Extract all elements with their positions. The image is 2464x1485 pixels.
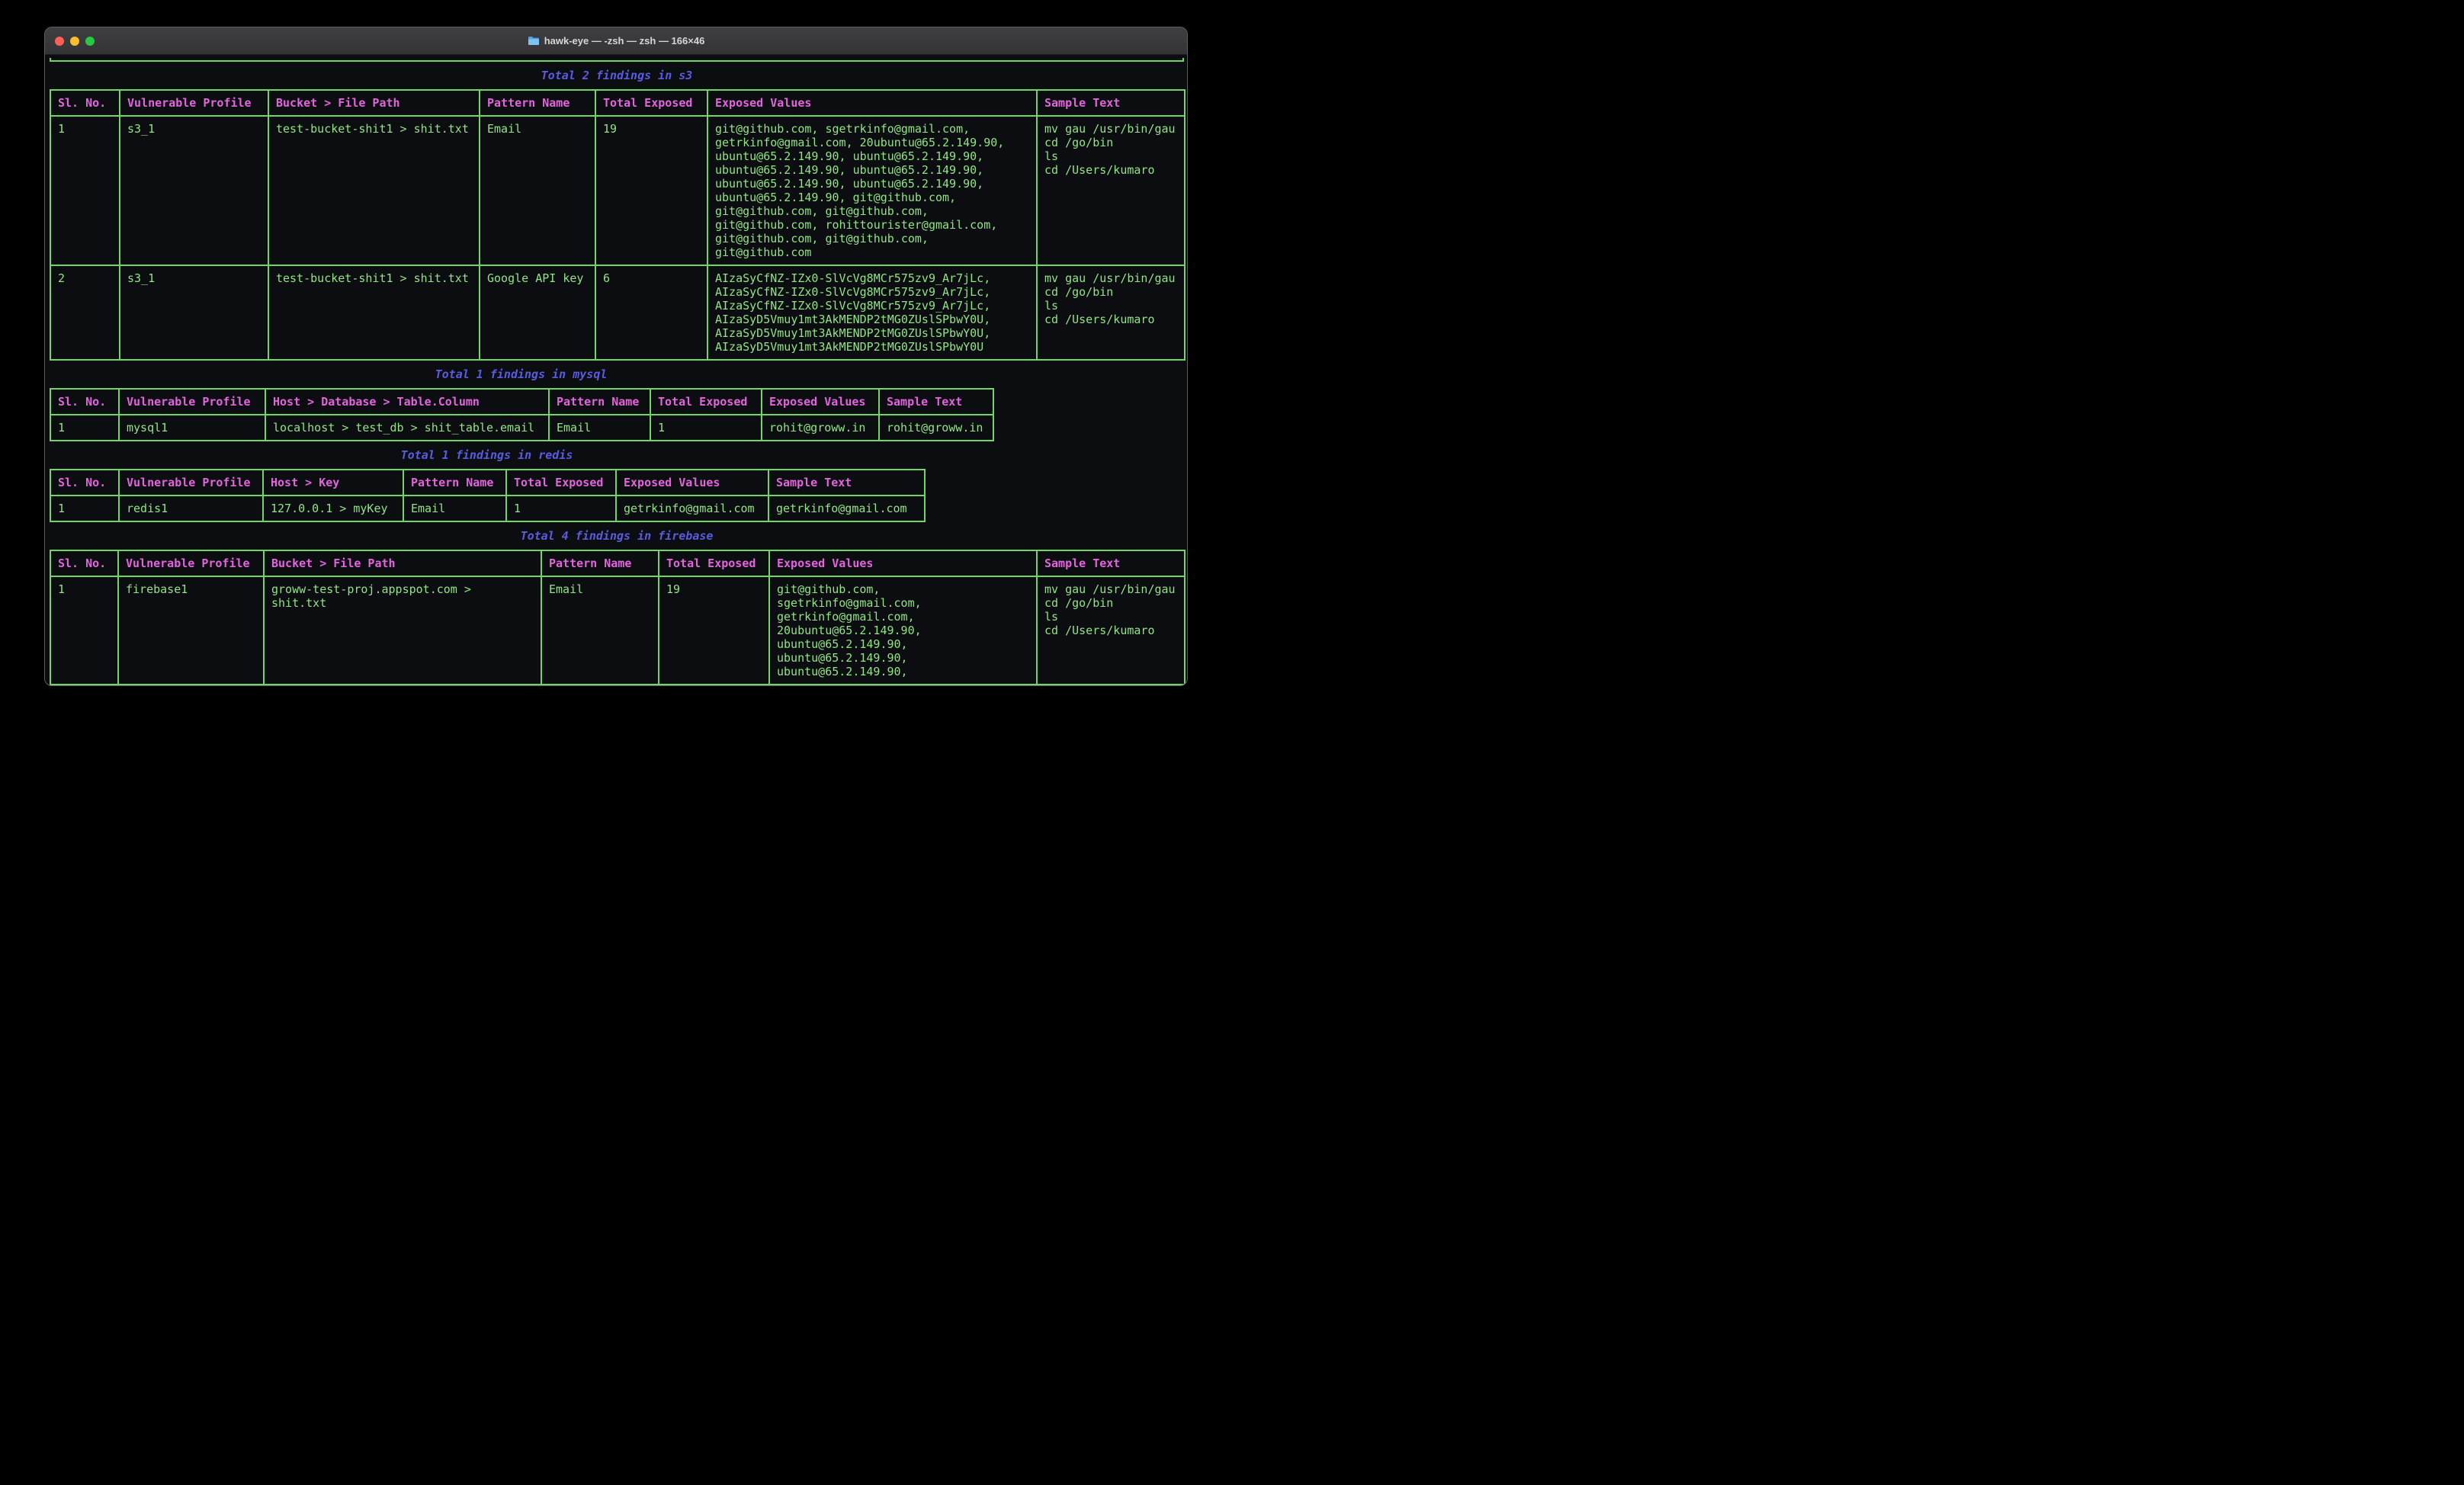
column-header: Sl. No. (50, 90, 120, 116)
zoom-button[interactable] (85, 37, 95, 46)
desktop-background: hawk-eye — -zsh — zsh — 166×46 Total 2 f… (0, 0, 1232, 742)
column-header: Exposed Values (762, 389, 879, 415)
header-row: Sl. No.Vulnerable ProfileBucket > File P… (50, 550, 1185, 576)
close-button[interactable] (55, 37, 64, 46)
terminal-screen[interactable]: Total 2 findings in s3Sl. No.Vulnerable … (45, 55, 1187, 685)
table-cell: 6 (595, 265, 707, 360)
column-header: Bucket > File Path (268, 90, 480, 116)
column-header: Total Exposed (506, 470, 616, 496)
table-cell: Email (541, 576, 659, 685)
column-header: Sample Text (1037, 550, 1185, 576)
table-cell: 19 (659, 576, 769, 685)
table-cell: 1 (50, 415, 119, 441)
column-header: Pattern Name (549, 389, 650, 415)
table-cell: getrkinfo@gmail.com (768, 496, 925, 521)
column-header: Vulnerable Profile (119, 470, 263, 496)
table-cell: groww-test-proj.appspot.com > shit.txt (264, 576, 541, 685)
column-header: Sample Text (879, 389, 993, 415)
table-row: 1s3_1test-bucket-shit1 > shit.txtEmail19… (50, 116, 1185, 265)
findings-table-s3: Sl. No.Vulnerable ProfileBucket > File P… (50, 89, 1185, 361)
section-heading-redis: Total 1 findings in redis (50, 448, 924, 462)
table-cell: rohit@groww.in (762, 415, 879, 441)
table-cell: Email (549, 415, 650, 441)
section-heading-mysql: Total 1 findings in mysql (50, 367, 993, 381)
window-titlebar[interactable]: hawk-eye — -zsh — zsh — 166×46 (45, 27, 1187, 55)
column-header: Exposed Values (616, 470, 768, 496)
column-header: Sl. No. (50, 550, 118, 576)
findings-table-mysql: Sl. No.Vulnerable ProfileHost > Database… (50, 388, 994, 441)
column-header: Sl. No. (50, 389, 119, 415)
header-row: Sl. No.Vulnerable ProfileBucket > File P… (50, 90, 1185, 116)
column-header: Host > Key (263, 470, 403, 496)
table-cell: 1 (506, 496, 616, 521)
findings-table-redis: Sl. No.Vulnerable ProfileHost > KeyPatte… (50, 469, 926, 522)
window-title: hawk-eye — -zsh — zsh — 166×46 (528, 35, 705, 47)
table-cell: Email (480, 116, 595, 265)
table-cell: 1 (50, 116, 120, 265)
column-header: Pattern Name (403, 470, 506, 496)
table-row: 2s3_1test-bucket-shit1 > shit.txtGoogle … (50, 265, 1185, 360)
table-cell: test-bucket-shit1 > shit.txt (268, 116, 480, 265)
header-row: Sl. No.Vulnerable ProfileHost > Database… (50, 389, 993, 415)
section-heading-firebase: Total 4 findings in firebase (50, 529, 1184, 543)
table-cell: mv gau /usr/bin/gau cd /go/bin ls cd /Us… (1037, 265, 1185, 360)
column-header: Vulnerable Profile (120, 90, 268, 116)
table-cell: 1 (650, 415, 762, 441)
column-header: Host > Database > Table.Column (265, 389, 549, 415)
table-cell: Email (403, 496, 506, 521)
table-cell: AIzaSyCfNZ-IZx0-SlVcVg8MCr575zv9_Ar7jLc,… (707, 265, 1037, 360)
header-row: Sl. No.Vulnerable ProfileHost > KeyPatte… (50, 470, 925, 496)
column-header: Total Exposed (595, 90, 707, 116)
table-cell: getrkinfo@gmail.com (616, 496, 768, 521)
table-row: 1mysql1localhost > test_db > shit_table.… (50, 415, 993, 441)
column-header: Bucket > File Path (264, 550, 541, 576)
table-cell: test-bucket-shit1 > shit.txt (268, 265, 480, 360)
column-header: Pattern Name (480, 90, 595, 116)
table-cell: mv gau /usr/bin/gau cd /go/bin ls cd /Us… (1037, 576, 1185, 685)
column-header: Exposed Values (707, 90, 1037, 116)
column-header: Sample Text (1037, 90, 1185, 116)
column-header: Sample Text (768, 470, 925, 496)
table-cell: Google API key (480, 265, 595, 360)
table-cell: 19 (595, 116, 707, 265)
findings-table-firebase: Sl. No.Vulnerable ProfileBucket > File P… (50, 550, 1185, 685)
section-heading-s3: Total 2 findings in s3 (50, 69, 1184, 82)
table-cell: git@github.com, sgetrkinfo@gmail.com, ge… (707, 116, 1037, 265)
traffic-lights (55, 37, 95, 46)
column-header: Vulnerable Profile (119, 389, 265, 415)
column-header: Sl. No. (50, 470, 119, 496)
scan-findings-output: Total 2 findings in s3Sl. No.Vulnerable … (50, 69, 1187, 685)
table-cell: 127.0.0.1 > myKey (263, 496, 403, 521)
table-cell: 1 (50, 576, 118, 685)
table-cell: git@github.com, sgetrkinfo@gmail.com, ge… (769, 576, 1037, 685)
table-cell: s3_1 (120, 116, 268, 265)
table-row: 1firebase1groww-test-proj.appspot.com > … (50, 576, 1185, 685)
column-header: Total Exposed (659, 550, 769, 576)
table-cell: s3_1 (120, 265, 268, 360)
table-row: 1redis1127.0.0.1 > myKeyEmail1getrkinfo@… (50, 496, 925, 521)
table-cell: rohit@groww.in (879, 415, 993, 441)
table-cell: localhost > test_db > shit_table.email (265, 415, 549, 441)
window-title-text: hawk-eye — -zsh — zsh — 166×46 (544, 35, 705, 47)
table-cell: mv gau /usr/bin/gau cd /go/bin ls cd /Us… (1037, 116, 1185, 265)
table-cell: mysql1 (119, 415, 265, 441)
column-header: Vulnerable Profile (118, 550, 264, 576)
column-header: Pattern Name (541, 550, 659, 576)
folder-icon (528, 36, 540, 46)
minimize-button[interactable] (70, 37, 79, 46)
column-header: Total Exposed (650, 389, 762, 415)
truncated-table-bottom-edge (50, 58, 1184, 62)
table-cell: firebase1 (118, 576, 264, 685)
table-cell: 1 (50, 496, 119, 521)
table-cell: 2 (50, 265, 120, 360)
terminal-window: hawk-eye — -zsh — zsh — 166×46 Total 2 f… (44, 27, 1188, 686)
column-header: Exposed Values (769, 550, 1037, 576)
table-cell: redis1 (119, 496, 263, 521)
